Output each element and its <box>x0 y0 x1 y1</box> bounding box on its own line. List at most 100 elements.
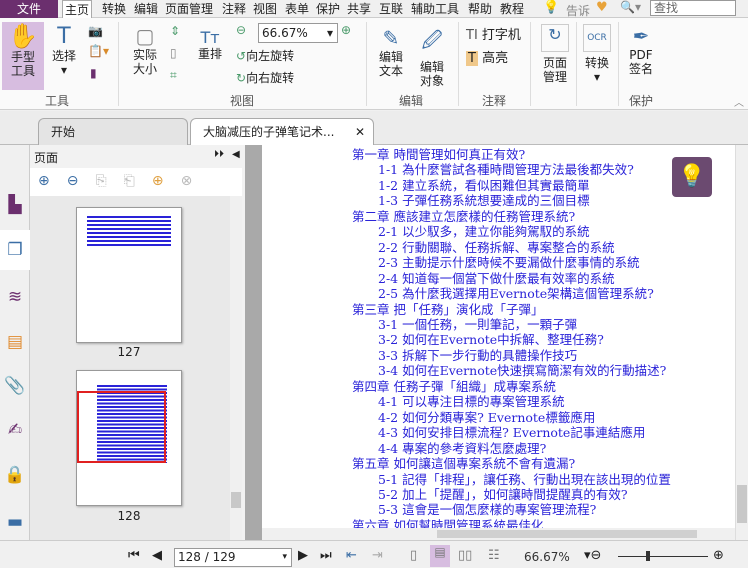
convert-button[interactable]: OCR 转换 ▾ <box>580 24 614 84</box>
content-icon[interactable]: ▬ <box>4 512 26 534</box>
menu-item[interactable]: 帮助 <box>466 0 494 18</box>
next-view-icon[interactable]: ⇥ <box>372 548 383 563</box>
menu-item[interactable]: 共享 <box>345 0 373 18</box>
toc-section-link[interactable]: 4-2 如何分類專案? Evernote標籤應用 <box>352 410 671 425</box>
search-input[interactable]: 查找 <box>650 0 736 16</box>
single-page-icon[interactable]: ▯ <box>410 548 417 563</box>
snapshot-icon[interactable]: 📷 <box>88 24 103 38</box>
zoom-in-page-icon[interactable]: ⊕ <box>38 173 67 189</box>
fit-visible-icon[interactable]: ⌗ <box>170 68 177 83</box>
toc-section-link[interactable]: 4-1 可以專注目標的專案管理系統 <box>352 394 671 409</box>
lightbulb-help-button[interactable]: 💡 <box>672 157 712 197</box>
zoom-in-status-icon[interactable]: ⊕ <box>713 548 724 563</box>
toc-section-link[interactable]: 5-1 記得「排程」，讓任務、行動出現在該出現的位置 <box>352 472 671 487</box>
toc-chapter-link[interactable]: 第三章 把「任務」演化成「子彈」 <box>352 302 671 317</box>
menu-item[interactable]: 转换 <box>100 0 128 18</box>
menu-item[interactable]: 注释 <box>220 0 248 18</box>
menu-item[interactable]: 教程 <box>498 0 526 18</box>
lock-icon[interactable]: 🔒 <box>4 465 26 487</box>
fit-page-icon[interactable]: ⇕ <box>170 24 180 38</box>
page-number-input[interactable]: 128 / 129 ▾ <box>174 548 292 567</box>
first-page-icon[interactable]: ⏮ <box>128 548 140 563</box>
file-menu[interactable]: 文件 <box>0 0 58 18</box>
delete-page-icon[interactable]: ⊗ <box>181 173 210 189</box>
facing-pages-icon[interactable]: ▯▯ <box>458 548 472 563</box>
toc-section-link[interactable]: 3-4 如何在Evernote快速撰寫簡潔有效的行動描述? <box>352 363 671 378</box>
signature-icon[interactable]: ✍ <box>4 420 26 442</box>
toc-section-link[interactable]: 3-3 拆解下一步行動的具體操作技巧 <box>352 348 671 363</box>
zoom-select[interactable]: 66.67% ▾ <box>258 23 338 43</box>
horizontal-scrollbar[interactable] <box>262 528 735 540</box>
bookmark-panel-icon[interactable]: ▙ <box>4 195 26 217</box>
fit-width-icon[interactable]: ▯ <box>170 46 177 60</box>
actual-size-button[interactable]: ▢ 实际 大小 <box>128 24 162 76</box>
next-page-icon[interactable]: ▶ <box>298 548 308 563</box>
menu-item[interactable]: 辅助工具 <box>409 0 461 18</box>
collapse-ribbon-icon[interactable]: ︿ <box>734 94 744 109</box>
comments-icon[interactable]: ▤ <box>4 332 26 354</box>
toc-section-link[interactable]: 2-2 行動關聯、任務拆解、專案整合的系統 <box>352 240 671 255</box>
panel-scrollbar[interactable] <box>230 196 242 540</box>
bookmark-icon[interactable]: ▮ <box>90 66 97 80</box>
tab-start[interactable]: 开始 <box>38 118 188 145</box>
search-options-icon[interactable]: 🔍▾ <box>620 0 641 14</box>
toc-section-link[interactable]: 2-4 知道每一個當下做什麼最有效率的系統 <box>352 271 671 286</box>
menu-item[interactable]: 互联 <box>377 0 405 18</box>
reflow-button[interactable]: Tт 重排 <box>196 28 224 61</box>
edit-text-button[interactable]: ✎ 编辑 文本 <box>374 26 408 78</box>
toc-section-link[interactable]: 1-3 子彈任務系統想要達成的三個目標 <box>352 193 671 208</box>
previous-view-icon[interactable]: ⇤ <box>346 548 357 563</box>
edit-object-button[interactable]: 🖉 编辑 对象 <box>414 26 450 88</box>
page-thumbnail-127[interactable] <box>76 207 182 343</box>
zoom-dropdown-icon[interactable]: ▾⊖ <box>584 548 601 563</box>
tell-me[interactable]: 告诉 <box>566 2 590 19</box>
zoom-slider[interactable] <box>618 551 708 561</box>
toc-chapter-link[interactable]: 第四章 任務子彈「組織」成專案系統 <box>352 379 671 394</box>
layers-icon[interactable]: ≋ <box>4 287 26 309</box>
zoom-out-page-icon[interactable]: ⊖ <box>67 173 96 189</box>
rotate-right-button[interactable]: ↻向右旋转 <box>236 69 294 86</box>
tab-document[interactable]: 大脑减压的子弹笔记术... ✕ <box>190 118 374 145</box>
attachment-icon[interactable]: 📎 <box>4 376 26 398</box>
last-page-icon[interactable]: ⏭ <box>320 548 332 563</box>
rotate-left-button[interactable]: ↺向左旋转 <box>236 47 294 64</box>
continuous-page-icon[interactable]: ▤ <box>430 545 450 567</box>
pdf-sign-button[interactable]: ✒ PDF 签名 <box>624 24 658 76</box>
menu-item[interactable]: 页面管理 <box>163 0 215 18</box>
toc-section-link[interactable]: 1-1 為什麼嘗試各種時間管理方法最後都失效? <box>352 162 671 177</box>
extract-page-icon[interactable]: ⎗ <box>124 173 152 189</box>
menu-item[interactable]: 表单 <box>283 0 311 18</box>
toc-section-link[interactable]: 2-3 主動提示什麼時候不要漏做什麼事情的系統 <box>352 255 671 270</box>
toc-section-link[interactable]: 1-2 建立系統，看似困難但其實最簡單 <box>352 178 671 193</box>
close-tab-icon[interactable]: ✕ <box>355 119 365 145</box>
toc-chapter-link[interactable]: 第二章 應該建立怎麼樣的任務管理系統? <box>352 209 671 224</box>
insert-page-icon[interactable]: ⊕ <box>152 173 181 189</box>
menu-item[interactable]: 视图 <box>251 0 279 18</box>
menu-item[interactable]: 编辑 <box>132 0 160 18</box>
pages-panel-tab[interactable]: ❐ <box>0 230 30 270</box>
toc-section-link[interactable]: 2-5 為什麼我選擇用Evernote架構這個管理系統? <box>352 286 671 301</box>
collapse-panel-icon[interactable]: ◀ <box>232 149 240 160</box>
page-thumbnail-128[interactable] <box>76 370 182 506</box>
toc-section-link[interactable]: 5-2 加上「提醒」，如何讓時間提醒真的有效? <box>352 487 671 502</box>
menu-item[interactable]: 保护 <box>314 0 342 18</box>
page-manage-button[interactable]: ↻ 页面 管理 <box>536 24 574 84</box>
clipboard-icon[interactable]: 📋▾ <box>88 44 109 58</box>
toc-section-link[interactable]: 4-4 專案的參考資料怎麼處理? <box>352 441 671 456</box>
select-button[interactable]: T 选择 ▾ <box>48 24 80 77</box>
toc-chapter-link[interactable]: 第一章 時間管理如何真正有效? <box>352 147 671 162</box>
toc-section-link[interactable]: 2-1 以少馭多，建立你能夠駕馭的系統 <box>352 224 671 239</box>
toc-section-link[interactable]: 5-3 這會是一個怎麼樣的專案管理流程? <box>352 502 671 517</box>
toc-section-link[interactable]: 4-3 如何安排目標流程? Evernote記事連結應用 <box>352 425 671 440</box>
zoom-in-icon[interactable]: ⊕ <box>341 23 351 37</box>
menu-item[interactable]: 主页 <box>62 0 93 18</box>
toc-section-link[interactable]: 3-2 如何在Evernote中拆解、整理任務? <box>352 332 671 347</box>
continuous-facing-icon[interactable]: ☷ <box>488 548 500 563</box>
toc-section-link[interactable]: 3-1 一個任務，一則筆記，一顆子彈 <box>352 317 671 332</box>
previous-page-icon[interactable]: ◀ <box>152 548 162 563</box>
zoom-out-icon[interactable]: ⊖ <box>236 23 246 37</box>
hand-tool-button[interactable]: ✋ 手型 工具 <box>2 22 44 90</box>
replace-page-icon[interactable]: ⎘ <box>95 173 123 189</box>
heart-icon[interactable]: ♥ <box>596 0 608 15</box>
viewport-indicator[interactable] <box>77 391 166 463</box>
